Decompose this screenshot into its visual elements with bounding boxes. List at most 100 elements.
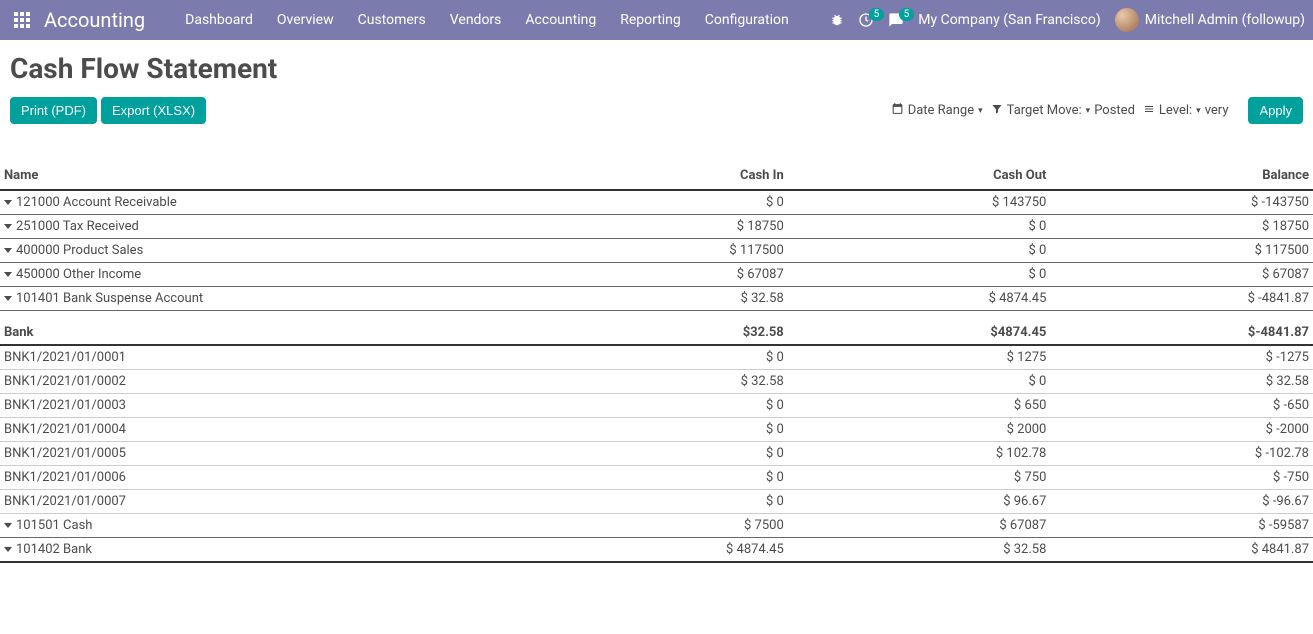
apply-button[interactable]: Apply [1248, 97, 1303, 124]
cell-name: BNK1/2021/01/0004 [0, 418, 525, 442]
report-wrap: Name Cash In Cash Out Balance 121000 Acc… [0, 162, 1313, 563]
caret-down-icon[interactable] [4, 547, 12, 552]
caret-down-icon[interactable] [4, 296, 12, 301]
caret-down-icon[interactable] [4, 200, 12, 205]
cell-cash_in: $ 0 [525, 394, 788, 418]
table-row[interactable]: 251000 Tax Received$ 18750$ 0$ 18750 [0, 215, 1313, 239]
company-label: My Company (San Francisco) [918, 12, 1100, 28]
col-header-cash-out: Cash Out [788, 162, 1051, 190]
cell-cash_in: $ 67087 [525, 263, 788, 287]
caret-down-icon[interactable] [4, 523, 12, 528]
cell-cash_in: $ 32.58 [525, 370, 788, 394]
table-row[interactable]: 400000 Product Sales$ 117500$ 0$ 117500 [0, 239, 1313, 263]
caret-down-icon[interactable] [4, 248, 12, 253]
table-row[interactable]: BNK1/2021/01/0005$ 0$ 102.78$ -102.78 [0, 442, 1313, 466]
cell-balance: $ -96.67 [1050, 490, 1313, 514]
table-row[interactable]: BNK1/2021/01/0004$ 0$ 2000$ -2000 [0, 418, 1313, 442]
cell-balance: $ -650 [1050, 394, 1313, 418]
cell-cash_in: $ 0 [525, 466, 788, 490]
activity-icon[interactable]: 5 [858, 12, 874, 28]
cell-cash_out: $ 750 [788, 466, 1051, 490]
cell-name: 450000 Other Income [0, 263, 525, 287]
cell-balance: $ -2000 [1050, 418, 1313, 442]
menu-customers[interactable]: Customers [346, 2, 438, 38]
cell-name: BNK1/2021/01/0007 [0, 490, 525, 514]
row-name-label: BNK1/2021/01/0001 [4, 350, 126, 365]
cell-cash_in: $ 7500 [525, 514, 788, 538]
avatar [1115, 8, 1139, 32]
cell-name: BNK1/2021/01/0001 [0, 345, 525, 370]
cell-balance: $-4841.87 [1050, 311, 1313, 346]
filter-date-range[interactable]: Date Range ▾ [891, 102, 983, 119]
cell-cash_in: $ 0 [525, 418, 788, 442]
export-xlsx-button[interactable]: Export (XLSX) [101, 97, 206, 124]
cell-name: 251000 Tax Received [0, 215, 525, 239]
row-name-label: Bank [4, 325, 34, 340]
table-row[interactable]: 101501 Cash$ 7500$ 67087$ -59587 [0, 514, 1313, 538]
cell-name: BNK1/2021/01/0002 [0, 370, 525, 394]
cell-balance: $ 18750 [1050, 215, 1313, 239]
menu-accounting[interactable]: Accounting [513, 2, 608, 38]
cell-name: BNK1/2021/01/0003 [0, 394, 525, 418]
table-row[interactable]: 121000 Account Receivable$ 0$ 143750$ -1… [0, 190, 1313, 215]
cell-cash_out: $ 650 [788, 394, 1051, 418]
table-row[interactable]: BNK1/2021/01/0006$ 0$ 750$ -750 [0, 466, 1313, 490]
table-row[interactable]: BNK1/2021/01/0002$ 32.58$ 0$ 32.58 [0, 370, 1313, 394]
cell-name: 101501 Cash [0, 514, 525, 538]
table-row[interactable]: Bank$32.58$4874.45$-4841.87 [0, 311, 1313, 346]
main-menu: Dashboard Overview Customers Vendors Acc… [173, 2, 801, 38]
filter-target-move[interactable]: Target Move: ▾ Posted [991, 103, 1135, 119]
row-name-label: 251000 Tax Received [16, 219, 139, 234]
menu-dashboard[interactable]: Dashboard [173, 2, 265, 38]
app-brand[interactable]: Accounting [44, 8, 145, 32]
cell-balance: $ -102.78 [1050, 442, 1313, 466]
cell-name: 121000 Account Receivable [0, 190, 525, 215]
cell-balance: $ 67087 [1050, 263, 1313, 287]
cell-name: BNK1/2021/01/0006 [0, 466, 525, 490]
menu-vendors[interactable]: Vendors [438, 2, 514, 38]
table-row[interactable]: BNK1/2021/01/0001$ 0$ 1275$ -1275 [0, 345, 1313, 370]
table-row[interactable]: 101402 Bank$ 4874.45$ 32.58$ 4841.87 [0, 538, 1313, 563]
caret-down-icon: ▾ [978, 106, 983, 116]
cell-balance: $ -1275 [1050, 345, 1313, 370]
row-name-label: BNK1/2021/01/0003 [4, 398, 126, 413]
messages-icon[interactable]: 5 [888, 12, 904, 28]
user-menu[interactable]: Mitchell Admin (followup) [1115, 8, 1305, 32]
menu-overview[interactable]: Overview [265, 2, 346, 38]
caret-down-icon[interactable] [4, 272, 12, 277]
page-title: Cash Flow Statement [10, 52, 1303, 85]
cell-cash_out: $ 102.78 [788, 442, 1051, 466]
filter-icon [991, 103, 1003, 119]
cell-cash_in: $32.58 [525, 311, 788, 346]
table-row[interactable]: BNK1/2021/01/0007$ 0$ 96.67$ -96.67 [0, 490, 1313, 514]
caret-down-icon[interactable] [4, 224, 12, 229]
cell-balance: $ 117500 [1050, 239, 1313, 263]
row-name-label: 101401 Bank Suspense Account [16, 291, 203, 306]
cash-flow-table: Name Cash In Cash Out Balance 121000 Acc… [0, 162, 1313, 563]
cell-cash_out: $ 67087 [788, 514, 1051, 538]
bug-icon[interactable] [830, 13, 844, 27]
menu-reporting[interactable]: Reporting [608, 2, 693, 38]
cell-cash_out: $ 0 [788, 215, 1051, 239]
apps-icon[interactable] [8, 6, 36, 34]
table-row[interactable]: 450000 Other Income$ 67087$ 0$ 67087 [0, 263, 1313, 287]
level-value: very [1205, 103, 1229, 118]
table-row[interactable]: 101401 Bank Suspense Account$ 32.58$ 487… [0, 287, 1313, 311]
print-pdf-button[interactable]: Print (PDF) [10, 97, 97, 124]
row-name-label: BNK1/2021/01/0007 [4, 494, 126, 509]
page-header: Cash Flow Statement [0, 40, 1313, 91]
filter-level[interactable]: Level: ▾ very [1143, 103, 1229, 119]
level-label: Level: [1159, 103, 1192, 118]
cell-cash_out: $ 32.58 [788, 538, 1051, 563]
cell-cash_out: $ 1275 [788, 345, 1051, 370]
menu-configuration[interactable]: Configuration [693, 2, 801, 38]
cell-balance: $ -750 [1050, 466, 1313, 490]
filter-group: Date Range ▾ Target Move: ▾ Posted Level… [891, 97, 1303, 124]
cell-cash_out: $ 0 [788, 239, 1051, 263]
cell-balance: $ -59587 [1050, 514, 1313, 538]
cell-cash_in: $ 0 [525, 442, 788, 466]
table-row[interactable]: BNK1/2021/01/0003 $ 0$ 650$ -650 [0, 394, 1313, 418]
company-switcher[interactable]: My Company (San Francisco) [918, 12, 1100, 28]
cell-name: 101402 Bank [0, 538, 525, 563]
control-bar: Print (PDF) Export (XLSX) Date Range ▾ T… [0, 91, 1313, 142]
